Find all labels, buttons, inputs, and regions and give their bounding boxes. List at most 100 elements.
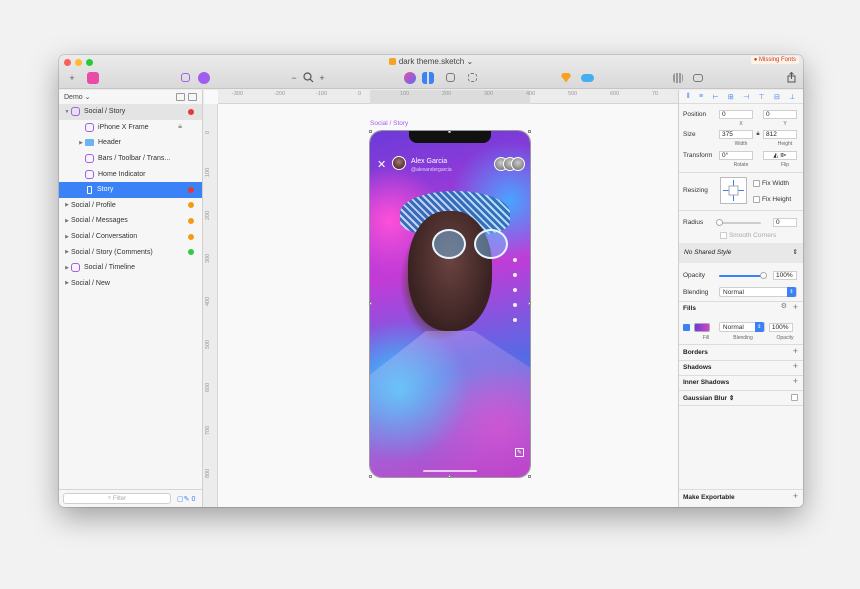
view-options-button[interactable] [690, 71, 706, 84]
resize-handle[interactable] [448, 130, 451, 133]
filter-input[interactable]: ⌕ Filter [63, 493, 171, 504]
missing-fonts-text: Missing Fonts [758, 57, 796, 63]
opacity-field[interactable]: 100% [773, 271, 797, 280]
mirror-button[interactable] [403, 71, 417, 84]
layer-row[interactable]: ▶ Social / Story (Comments) [59, 244, 202, 260]
zoom-button[interactable] [302, 71, 314, 84]
add-page-icon[interactable] [188, 93, 197, 101]
resize-handle[interactable] [369, 302, 372, 305]
grid-view-button[interactable] [671, 71, 685, 84]
fill-swatch[interactable] [693, 322, 710, 332]
symbol-detach-button[interactable] [179, 71, 191, 84]
layer-row[interactable]: Story [59, 181, 202, 198]
smooth-corners-row[interactable]: Smooth Corners [720, 232, 799, 239]
fix-width-checkbox[interactable] [753, 180, 760, 187]
layer-row[interactable]: ▶ Social / Timeline [59, 260, 202, 276]
align-top-icon[interactable]: ⊤ [759, 93, 765, 101]
lock-proportions-icon[interactable]: 🔒︎ [753, 131, 763, 138]
layer-row[interactable]: iPhone X Frame 🔒︎ [59, 120, 202, 136]
flip-buttons[interactable]: ◭ ⧐ [763, 151, 797, 160]
align-right-icon[interactable]: ⊣ [743, 93, 749, 101]
disclosure-closed-icon[interactable]: ▶ [63, 280, 71, 286]
add-export-button[interactable]: + [793, 491, 798, 501]
radius-slider[interactable] [716, 218, 761, 226]
gaussian-blur-checkbox-wrap[interactable] [791, 394, 798, 403]
add-inner-shadow-button[interactable]: + [793, 376, 798, 386]
story-viewers[interactable] [494, 157, 525, 172]
layer-row[interactable]: Home Indicator [59, 166, 202, 182]
shared-style-selector[interactable]: No Shared Style ⇕ [679, 243, 803, 263]
edit-icon[interactable]: ✎ [515, 448, 524, 457]
disclosure-closed-icon[interactable]: ▶ [63, 202, 71, 208]
cloud-upload-button[interactable] [579, 71, 595, 84]
resize-handle[interactable] [448, 475, 451, 478]
page-selector[interactable]: Demo ⌄ [59, 90, 202, 104]
align-bottom-icon[interactable]: ⊥ [789, 93, 795, 101]
layer-row[interactable]: ▶ Header [59, 135, 202, 151]
filter-options-icon[interactable]: ▢✎ 0 [177, 495, 195, 503]
align-center-icon[interactable]: ⊞ [728, 93, 734, 101]
fill-blend-select[interactable]: Normal ⇕ [718, 322, 765, 332]
artboard-label[interactable]: Social / Story [370, 120, 408, 127]
blending-select[interactable]: Normal ⇕ [719, 287, 797, 297]
components-button[interactable] [421, 71, 435, 84]
boolean-button[interactable] [442, 71, 458, 84]
align-middle-icon[interactable]: ⊟ [774, 93, 780, 101]
canvas[interactable]: -300 -200 -100 0 100 200 300 400 500 600 70 0 100 20… [204, 90, 678, 507]
export-button[interactable] [785, 71, 797, 84]
width-field[interactable]: 375 [719, 130, 753, 139]
disclosure-closed-icon[interactable]: ▶ [63, 265, 71, 271]
fix-height-row[interactable]: Fix Height [753, 196, 799, 203]
resize-handle[interactable] [528, 475, 531, 478]
list-view-icon[interactable] [176, 93, 185, 101]
fill-opacity-field[interactable]: 100% [768, 322, 793, 332]
disclosure-closed-icon[interactable]: ▶ [63, 218, 71, 224]
disclosure-closed-icon[interactable]: ▶ [77, 140, 85, 146]
rotate-field[interactable]: 0° [719, 151, 753, 160]
disclosure-closed-icon[interactable]: ▶ [63, 234, 71, 240]
smooth-corners-checkbox[interactable] [720, 232, 727, 239]
resize-handle[interactable] [369, 475, 372, 478]
distribute-vertical-icon[interactable]: ≡ [699, 93, 703, 100]
layer-row[interactable]: Bars / Toolbar / Trans... [59, 151, 202, 167]
opacity-slider[interactable] [719, 271, 767, 279]
add-border-button[interactable]: + [793, 346, 798, 356]
sketch-cloud-share-button[interactable] [559, 71, 573, 84]
layer-row[interactable]: ▶ Social / Conversation [59, 229, 202, 245]
add-shadow-button[interactable]: + [793, 361, 798, 371]
x-field[interactable]: 0 [719, 110, 753, 119]
fix-height-checkbox[interactable] [753, 196, 760, 203]
close-icon[interactable]: ✕ [377, 158, 386, 171]
zoom-in-button[interactable]: + [317, 71, 327, 84]
missing-fonts-badge[interactable]: ● Missing Fonts [750, 56, 799, 64]
radius-field[interactable]: 0 [773, 218, 797, 227]
height-field[interactable]: 812 [763, 130, 797, 139]
resize-handle[interactable] [528, 302, 531, 305]
lock-icon[interactable]: 🔒︎ [178, 123, 182, 131]
disclosure-closed-icon[interactable]: ▶ [63, 249, 71, 255]
fill-enabled-checkbox[interactable] [683, 323, 690, 331]
symbol-override-button[interactable] [196, 71, 212, 84]
artboard-social-story[interactable]: ✕ Alex Garcia @alexandergarcia ✎ [369, 130, 531, 478]
layer-row[interactable]: ▶ Social / Profile [59, 198, 202, 214]
avatar[interactable] [392, 156, 406, 170]
layer-row[interactable]: ▼ Social / Story [59, 104, 202, 120]
arrange-button[interactable] [464, 71, 480, 84]
resizing-constraints-control[interactable] [720, 177, 747, 204]
layer-row[interactable]: ▶ Social / Messages [59, 213, 202, 229]
gaussian-blur-selector[interactable]: Gaussian Blur ⇕ [683, 394, 734, 402]
gaussian-blur-checkbox[interactable] [791, 394, 798, 401]
disclosure-open-icon[interactable]: ▼ [63, 109, 71, 115]
create-symbol-button[interactable] [85, 71, 101, 84]
align-left-icon[interactable]: ⊢ [712, 93, 718, 101]
zoom-out-button[interactable]: − [289, 71, 299, 84]
add-fill-button[interactable]: + [793, 302, 798, 312]
distribute-horizontal-icon[interactable]: ⫴ [687, 93, 690, 101]
fix-width-row[interactable]: Fix Width [753, 180, 799, 187]
resize-handle[interactable] [528, 130, 531, 133]
layer-row[interactable]: ▶ Social / New [59, 276, 202, 292]
y-field[interactable]: 0 [763, 110, 797, 119]
insert-button[interactable]: + [65, 71, 79, 84]
fill-settings-icon[interactable]: ⚙ [781, 302, 787, 310]
resize-handle[interactable] [369, 130, 372, 133]
